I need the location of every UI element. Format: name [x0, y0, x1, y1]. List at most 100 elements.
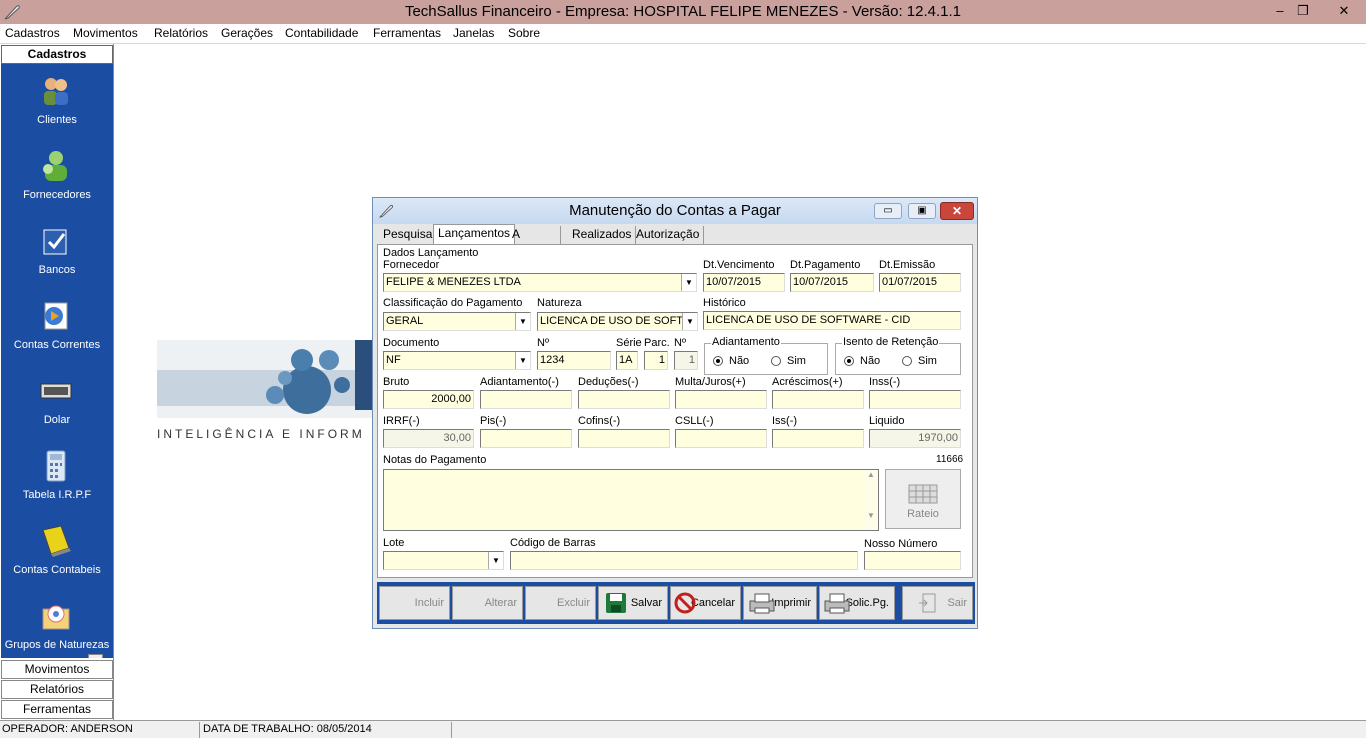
alterar-button[interactable]: Alterar: [452, 586, 523, 620]
tab-realizados[interactable]: Realizados: [568, 226, 637, 244]
inss-label: Inss(-): [869, 376, 901, 388]
dialog-title-bar: Manutenção do Contas a Pagar ▭ ▣ ✕: [373, 198, 977, 224]
nosso-numero-field[interactable]: [864, 551, 961, 570]
dialog-minimize-button[interactable]: ▭: [874, 203, 902, 219]
excluir-button[interactable]: Excluir: [525, 586, 596, 620]
sidebar-label-bancos: Bancos: [38, 264, 76, 276]
banks-icon: [43, 229, 67, 255]
printer-icon: [824, 593, 850, 614]
solic-pg-label: Solic.Pg.: [845, 597, 889, 609]
scroll-down-icon[interactable]: ▼: [864, 511, 878, 520]
menu-cadastros[interactable]: Cadastros: [5, 26, 60, 40]
incluir-button[interactable]: Incluir: [379, 586, 450, 620]
chevron-down-icon[interactable]: ▼: [681, 274, 696, 291]
chevron-down-icon[interactable]: ▼: [515, 352, 530, 369]
rateio-button[interactable]: Rateio: [885, 469, 961, 529]
save-icon: [606, 593, 626, 613]
sidebar-item-contas-correntes[interactable]: Contas Correntes: [1, 299, 113, 371]
documento-select[interactable]: NF ▼: [383, 351, 531, 370]
menu-sobre[interactable]: Sobre: [508, 26, 540, 40]
sair-button[interactable]: Sair: [902, 586, 973, 620]
tab-pesquisa[interactable]: Pesquisa: [379, 226, 438, 244]
close-button[interactable]: ✕: [1327, 2, 1361, 20]
solic-pg-button[interactable]: Solic.Pg.: [819, 586, 895, 620]
dt-emissao-field[interactable]: 01/07/2015: [879, 273, 961, 292]
pis-field[interactable]: [480, 429, 572, 448]
sidebar-item-dolar[interactable]: Dolar: [1, 374, 113, 446]
adiantamento-nao-label: Não: [729, 355, 750, 367]
numero-field[interactable]: 1234: [537, 351, 611, 370]
parc-field[interactable]: 1: [644, 351, 668, 370]
classificacao-select[interactable]: GERAL ▼: [383, 312, 531, 331]
sidebar-group-movimentos[interactable]: Movimentos: [1, 660, 113, 679]
sidebar-group-relatorios[interactable]: Relatórios: [1, 680, 113, 699]
dialog-maximize-button[interactable]: ▣: [908, 203, 936, 219]
serie-label: Série: [616, 337, 642, 349]
chevron-down-icon[interactable]: ▼: [682, 313, 697, 330]
acrescimos-field[interactable]: [772, 390, 864, 409]
iss-field[interactable]: [772, 429, 864, 448]
sidebar-header[interactable]: Cadastros: [1, 45, 113, 64]
scroll-up-icon[interactable]: ▲: [864, 470, 878, 479]
sidebar-group-ferramentas[interactable]: Ferramentas: [1, 700, 113, 719]
csll-label: CSLL(-): [675, 415, 714, 427]
sidebar-label-contas-contabeis: Contas Contabeis: [13, 564, 101, 576]
tab-page-lancamentos: Dados Lançamento Fornecedor FELIPE & MEN…: [377, 244, 973, 578]
logo-tagline: INTELIGÊNCIA E INFORM: [157, 427, 365, 441]
liquido-field[interactable]: 1970,00: [869, 429, 961, 448]
sidebar-item-bancos[interactable]: Bancos: [1, 224, 113, 296]
suppliers-icon: [43, 151, 67, 181]
deducoes-field[interactable]: [578, 390, 670, 409]
historico-field[interactable]: LICENCA DE USO DE SOFTWARE - CID: [703, 311, 961, 330]
notas-scrollbar[interactable]: ▲ ▼: [864, 470, 878, 530]
sidebar-item-fornecedores[interactable]: Fornecedores: [1, 149, 113, 221]
irrf-field[interactable]: 30,00: [383, 429, 474, 448]
documento-value: NF: [386, 354, 401, 366]
serie-field[interactable]: 1A: [616, 351, 638, 370]
menu-janelas[interactable]: Janelas: [453, 26, 494, 40]
sidebar-scroll-down-button[interactable]: ▼: [88, 654, 103, 658]
numero2-field[interactable]: 1: [674, 351, 698, 370]
sidebar-item-tabela-irpf[interactable]: Tabela I.R.P.F: [1, 449, 113, 521]
fornecedor-select[interactable]: FELIPE & MENEZES LTDA ▼: [383, 273, 697, 292]
adiantamento-sim-radio[interactable]: [771, 356, 781, 366]
menu-contabilidade[interactable]: Contabilidade: [285, 26, 358, 40]
tab-autorizacao[interactable]: Autorização: [632, 226, 705, 244]
tab-lancamentos[interactable]: Lançamentos: [433, 224, 516, 245]
inss-field[interactable]: [869, 390, 961, 409]
cancelar-button[interactable]: Cancelar: [670, 586, 741, 620]
menu-geracoes[interactable]: Gerações: [221, 26, 273, 40]
sidebar-item-grupos-naturezas[interactable]: Grupos de Naturezas: [1, 599, 113, 658]
natureza-select[interactable]: LICENCA DE USO DE SOFTW ▼: [537, 312, 698, 331]
multa-juros-field[interactable]: [675, 390, 767, 409]
salvar-button[interactable]: Salvar: [598, 586, 668, 620]
menu-movimentos[interactable]: Movimentos: [73, 26, 138, 40]
menu-relatorios[interactable]: Relatórios: [154, 26, 208, 40]
dt-pagamento-field[interactable]: 10/07/2015: [790, 273, 874, 292]
chevron-down-icon[interactable]: ▼: [488, 552, 503, 569]
liquido-label: Liquido: [869, 415, 905, 427]
menu-ferramentas[interactable]: Ferramentas: [373, 26, 441, 40]
adiantamento-sim-label: Sim: [787, 355, 806, 367]
adiantamento-valor-field[interactable]: [480, 390, 572, 409]
dt-pagamento-label: Dt.Pagamento: [790, 259, 861, 271]
csll-field[interactable]: [675, 429, 767, 448]
cofins-field[interactable]: [578, 429, 670, 448]
dt-vencimento-field[interactable]: 10/07/2015: [703, 273, 785, 292]
sidebar-item-contas-contabeis[interactable]: Contas Contabeis: [1, 524, 113, 596]
bruto-field[interactable]: 2000,00: [383, 390, 474, 409]
status-operator: OPERADOR: ANDERSON: [2, 723, 133, 735]
sidebar-item-clientes[interactable]: Clientes: [1, 74, 113, 146]
notas-textarea[interactable]: ▲ ▼: [383, 469, 879, 531]
lote-select[interactable]: ▼: [383, 551, 504, 570]
dialog-close-button[interactable]: ✕: [940, 202, 974, 220]
isento-nao-radio[interactable]: [844, 356, 854, 366]
isento-sim-radio[interactable]: [902, 356, 912, 366]
groups-icon: [42, 605, 70, 630]
chevron-down-icon[interactable]: ▼: [515, 313, 530, 330]
tab-a-realizar[interactable]: A Realizar: [508, 226, 562, 257]
imprimir-button[interactable]: Imprimir: [743, 586, 817, 620]
adiantamento-nao-radio[interactable]: [713, 356, 723, 366]
codigo-barras-field[interactable]: [510, 551, 858, 570]
restore-button[interactable]: ❐: [1290, 2, 1316, 20]
